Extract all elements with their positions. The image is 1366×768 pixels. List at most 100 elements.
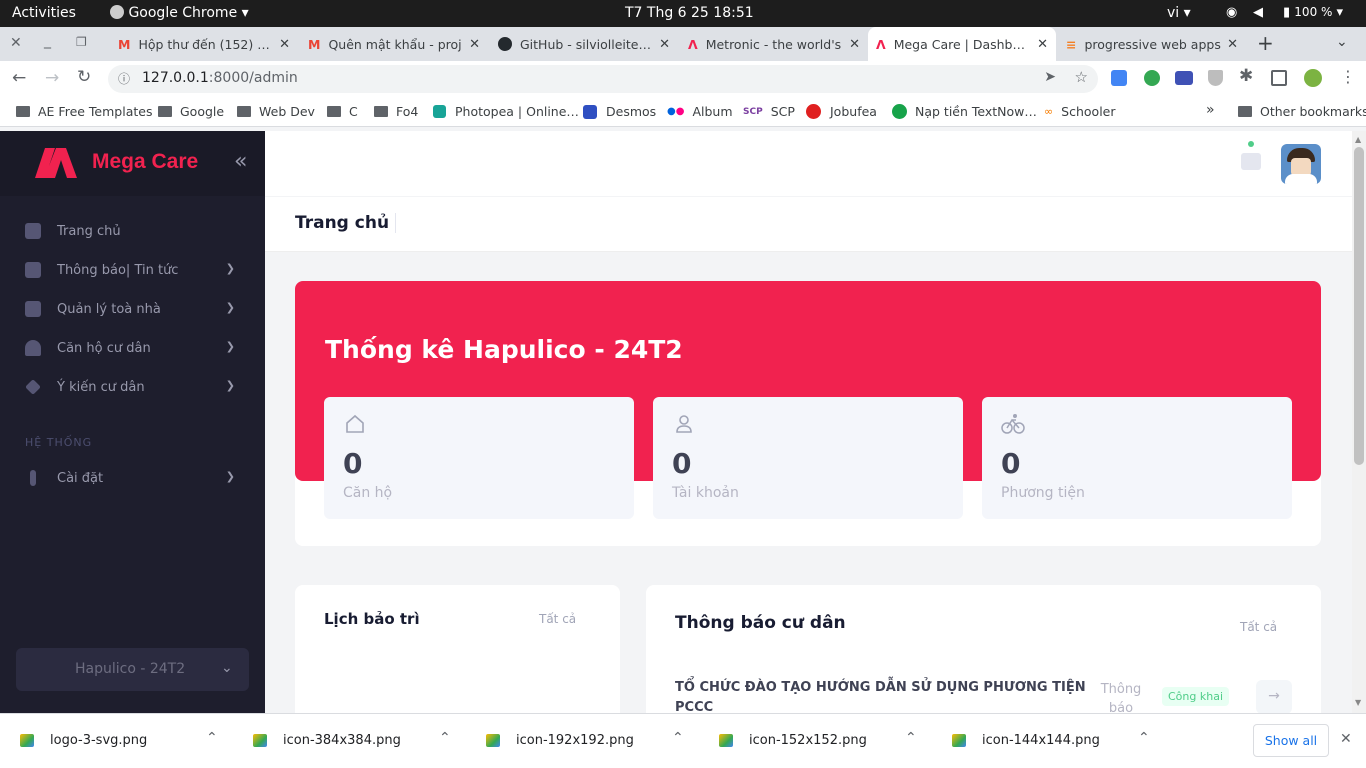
avatar[interactable] (1281, 144, 1321, 184)
status-badge: Công khai (1162, 687, 1229, 706)
notice-open-button[interactable]: → (1256, 680, 1292, 713)
reload-icon[interactable]: ↻ (77, 67, 91, 87)
sidebar-item-building[interactable]: Quản lý toà nhà ❯ (25, 298, 245, 320)
new-tab-button[interactable]: + (1257, 31, 1274, 55)
notice-title[interactable]: TỔ CHỨC ĐÀO TẠO HƯỚNG DẪN SỬ DỤNG PHƯƠNG… (675, 678, 1095, 713)
side-panel-icon[interactable] (1271, 70, 1287, 86)
tab-github[interactable]: GitHub - silviolleite/lar ✕ (490, 27, 678, 61)
chrome-menu-icon[interactable]: ⋮ (1340, 67, 1356, 86)
tab-gmail-password[interactable]: M Quên mật khẩu - proj ✕ (300, 27, 488, 61)
sidebar-item-home[interactable]: Trang chủ (25, 220, 245, 242)
bookmark-desmos[interactable]: Desmos (583, 104, 656, 119)
wifi-icon[interactable]: ◉ (1226, 5, 1237, 20)
volume-icon[interactable]: ◀ (1253, 5, 1263, 20)
other-bookmarks[interactable]: Other bookmarks (1238, 104, 1366, 119)
flickr-icon: ●● (667, 106, 685, 117)
forward-icon[interactable]: → (45, 68, 59, 88)
tab-close-icon[interactable]: ✕ (659, 37, 670, 52)
textnow-icon (892, 104, 907, 119)
bookmark-c[interactable]: C (327, 104, 358, 119)
tab-search-icon[interactable]: ⌄ (1336, 34, 1348, 50)
stat-card-accounts[interactable]: 0 Tài khoản (653, 397, 963, 519)
bell-icon (25, 262, 41, 278)
tab-megacare[interactable]: Λ Mega Care | Dashboard ✕ (868, 27, 1056, 61)
bookmark-textnow[interactable]: Nạp tiền TextNow… (892, 104, 1037, 119)
close-downloads-icon[interactable]: ✕ (1340, 731, 1352, 747)
sidebar-item-feedback[interactable]: Ý kiến cư dân ❯ (25, 376, 245, 398)
page-scrollbar[interactable]: ▲ ▼ (1352, 131, 1366, 713)
scrollbar-thumb[interactable] (1354, 147, 1364, 465)
download-item[interactable]: icon-152x152.png (719, 733, 867, 748)
send-icon[interactable]: ➤ (1044, 69, 1056, 85)
battery-indicator[interactable]: ▮ 100 % ▾ (1283, 5, 1343, 20)
os-top-bar: Activities Google Chrome ▾ T7 Thg 6 25 1… (0, 0, 1366, 27)
dashboard-icon (25, 223, 41, 239)
activities-button[interactable]: Activities (12, 5, 76, 21)
extension-icon[interactable] (1175, 71, 1193, 85)
bookmark-album[interactable]: ●● Album (667, 104, 733, 119)
building-select[interactable]: Hapulico - 24T2 ⌄ (16, 648, 249, 691)
address-bar[interactable]: ⓘ 127.0.0.1:8000/admin ➤ ☆ (108, 65, 1098, 93)
window-close-icon[interactable]: ✕ (10, 35, 22, 51)
site-info-icon[interactable]: ⓘ (118, 70, 130, 87)
bicycle-icon (1001, 414, 1025, 434)
bookmark-scp[interactable]: SCP SCP (743, 104, 795, 119)
chevron-up-icon[interactable]: ⌃ (1138, 730, 1150, 746)
window-restore-icon[interactable]: ❐ (76, 35, 87, 49)
tab-metronic[interactable]: Λ Metronic - the world's ✕ (680, 27, 868, 61)
more-bookmarks-icon[interactable]: » (1206, 102, 1215, 118)
bookmark-photopea[interactable]: Photopea | Online… (433, 104, 579, 119)
back-icon[interactable]: ← (12, 68, 26, 88)
notices-view-all-link[interactable]: Tất cả (1240, 620, 1277, 634)
tab-close-icon[interactable]: ✕ (469, 37, 480, 52)
download-item[interactable]: logo-3-svg.png (20, 733, 147, 748)
clock[interactable]: T7 Thg 6 25 18:51 (625, 5, 754, 21)
show-all-downloads-button[interactable]: Show all (1253, 724, 1329, 757)
language-indicator[interactable]: vi ▾ (1167, 5, 1191, 21)
brave-shield-icon[interactable] (1208, 70, 1223, 86)
sidebar-item-settings[interactable]: Cài đặt ❯ (25, 467, 245, 489)
bookmark-web-dev[interactable]: Web Dev (237, 104, 315, 119)
sidebar-item-residents[interactable]: Căn hộ cư dân ❯ (25, 337, 245, 359)
stat-value: 0 (343, 447, 363, 480)
notices-title: Thông báo cư dân (675, 613, 846, 633)
downloads-bar: logo-3-svg.png ⌃ icon-384x384.png ⌃ icon… (0, 713, 1366, 768)
tab-close-icon[interactable]: ✕ (849, 37, 860, 52)
chevron-up-icon[interactable]: ⌃ (439, 730, 451, 746)
tab-close-icon[interactable]: ✕ (279, 37, 290, 52)
app-menu[interactable]: Google Chrome ▾ (110, 5, 249, 21)
tab-stackoverflow[interactable]: ≡ progressive web apps ✕ (1058, 27, 1246, 61)
collapse-sidebar-icon[interactable]: « (234, 149, 247, 174)
puzzle-extensions-icon[interactable]: ✱ (1239, 66, 1253, 86)
shield-extension-icon[interactable] (1144, 70, 1160, 86)
stat-card-apartments[interactable]: 0 Căn hộ (324, 397, 634, 519)
download-item[interactable]: icon-384x384.png (253, 733, 401, 748)
url-path: :8000/admin (208, 70, 298, 86)
scroll-down-icon[interactable]: ▼ (1355, 698, 1361, 707)
jobufea-icon (806, 104, 821, 119)
tab-close-icon[interactable]: ✕ (1227, 37, 1238, 52)
scroll-up-icon[interactable]: ▲ (1355, 135, 1361, 144)
download-item[interactable]: icon-192x192.png (486, 733, 634, 748)
maintenance-view-all-link[interactable]: Tất cả (539, 612, 576, 626)
bookmark-google[interactable]: Google (158, 104, 224, 119)
bookmark-ae-free-templates[interactable]: AE Free Templates (16, 104, 152, 119)
bookmark-fo4[interactable]: Fo4 (374, 104, 418, 119)
profile-avatar-icon[interactable] (1304, 69, 1322, 87)
tab-close-icon[interactable]: ✕ (1037, 37, 1048, 52)
window-minimize-icon[interactable]: _ (44, 33, 51, 49)
stat-card-vehicles[interactable]: 0 Phương tiện (982, 397, 1292, 519)
sidebar-logo-area: Mega Care « (0, 131, 265, 196)
bookmark-star-icon[interactable]: ☆ (1075, 68, 1088, 86)
stat-label: Phương tiện (1001, 485, 1085, 501)
chat-icon[interactable] (1241, 153, 1261, 170)
chevron-up-icon[interactable]: ⌃ (206, 730, 218, 746)
chevron-up-icon[interactable]: ⌃ (672, 730, 684, 746)
download-item[interactable]: icon-144x144.png (952, 733, 1100, 748)
tab-gmail-inbox[interactable]: M Hộp thư đến (152) - an ✕ (110, 27, 298, 61)
bookmark-schooler[interactable]: ∞ Schooler (1044, 104, 1116, 119)
sidebar-item-news[interactable]: Thông báo| Tin tức ❯ (25, 259, 245, 281)
bookmark-jobufea[interactable]: Jobufea (806, 104, 877, 119)
translate-extension-icon[interactable] (1111, 70, 1127, 86)
chevron-up-icon[interactable]: ⌃ (905, 730, 917, 746)
